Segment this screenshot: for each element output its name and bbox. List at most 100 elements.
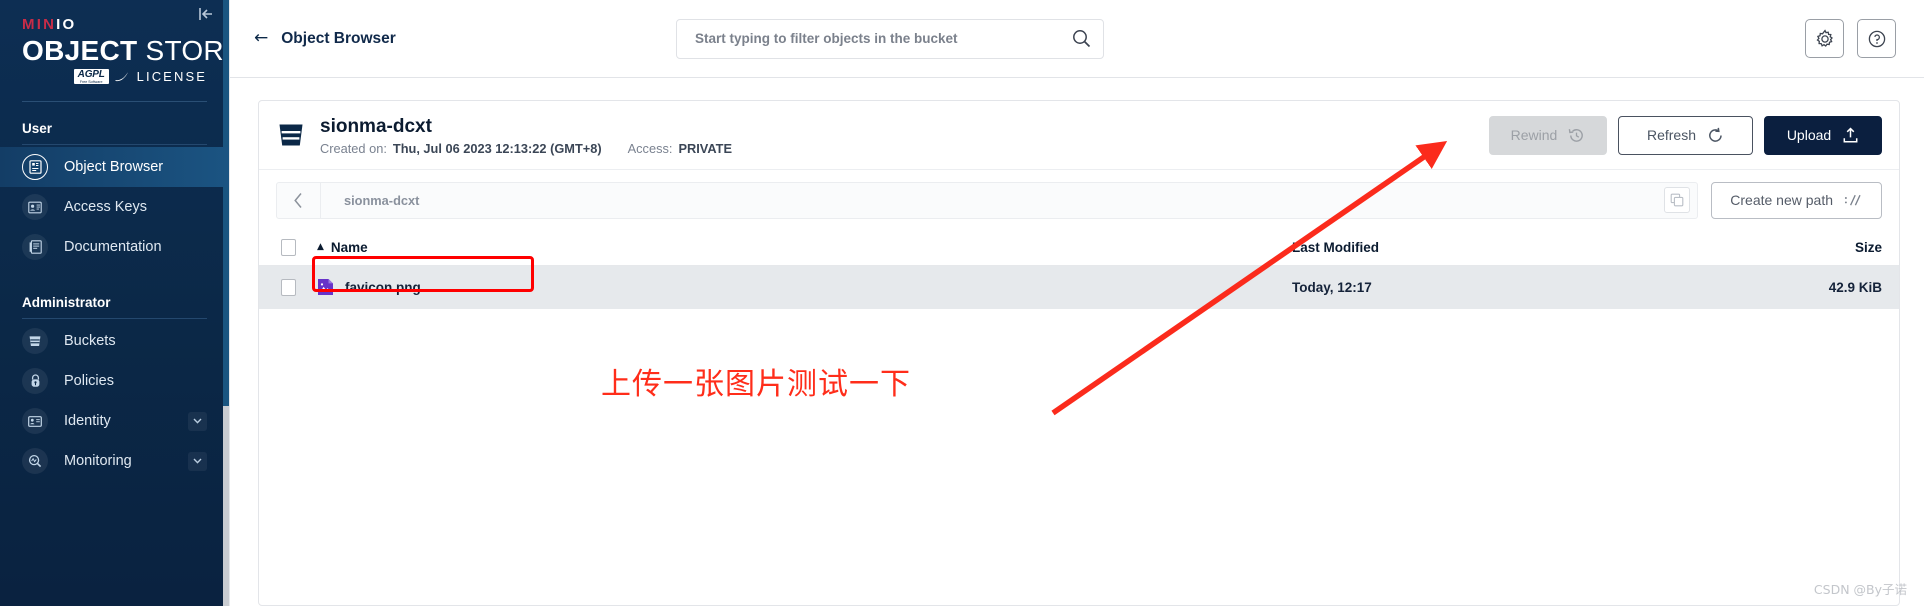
refresh-icon — [1709, 127, 1722, 142]
sidebar-section-administrator-label: Administrator — [22, 295, 111, 311]
upload-icon — [1843, 127, 1858, 143]
sidebar-item-label-object-browser: Object Browser — [64, 159, 164, 176]
sidebar-item-buckets[interactable]: Buckets — [0, 321, 229, 361]
chevron-down-icon-monitoring[interactable] — [188, 451, 207, 471]
back-arrow-icon: ← — [254, 28, 269, 48]
header-actions: Rewind Refresh Upload — [1489, 115, 1882, 155]
bucket-icon — [22, 328, 48, 355]
settings-button[interactable] — [1805, 19, 1844, 58]
brand-logo: MINIO OBJECT STORE AGPL Free Software LI… — [0, 0, 229, 85]
access-value: PRIVATE — [678, 140, 732, 156]
minio-console-app: MINIO OBJECT STORE AGPL Free Software LI… — [0, 0, 1924, 606]
table-row[interactable]: favicon.png Today, 12:17 42.9 KiB — [259, 265, 1899, 309]
column-header-size[interactable]: Size — [1722, 240, 1882, 255]
chevron-down-icon-identity[interactable] — [188, 411, 207, 431]
file-name-group: favicon.png — [317, 278, 421, 296]
upload-button[interactable]: Upload — [1764, 115, 1882, 155]
create-new-path-button[interactable]: Create new path — [1711, 181, 1882, 219]
sidebar-item-access-keys[interactable]: Access Keys — [0, 187, 229, 227]
path-current-bucket[interactable]: sionma-dcxt — [321, 193, 419, 208]
row-size: 42.9 KiB — [1828, 279, 1882, 295]
access-keys-icon — [22, 194, 48, 221]
sidebar-item-label-access-keys: Access Keys — [64, 199, 147, 216]
identity-icon — [22, 408, 48, 435]
help-circle-icon — [1868, 30, 1885, 47]
path-row: sionma-dcxt Create new path — [259, 170, 1899, 230]
row-checkbox[interactable] — [280, 278, 296, 296]
column-header-name[interactable]: ▲ Name — [317, 240, 1292, 255]
collapse-sidebar-icon[interactable] — [197, 6, 215, 26]
refresh-button[interactable]: Refresh — [1618, 115, 1753, 155]
file-name: favicon.png — [345, 279, 421, 295]
identity-glyph — [28, 415, 42, 427]
monitoring-glyph — [28, 455, 42, 468]
path-bar: sionma-dcxt — [276, 181, 1699, 219]
rewind-clock-icon — [1569, 128, 1584, 142]
sidebar-section-user-label: User — [22, 121, 53, 137]
sidebar-item-label-monitoring: Monitoring — [64, 453, 132, 470]
top-bar: ← Object Browser — [230, 0, 1924, 78]
watermark-credit: CSDN @By子诺 — [1813, 582, 1907, 597]
search-box[interactable] — [676, 18, 1104, 59]
rewind-label: Rewind — [1510, 127, 1558, 144]
column-header-last-modified[interactable]: Last Modified — [1292, 240, 1722, 255]
logo-min-text: MIN — [22, 16, 57, 33]
bucket-meta: Created on: Thu, Jul 06 2023 12:13:22 (G… — [320, 141, 732, 156]
rewind-button[interactable]: Rewind — [1489, 115, 1607, 155]
search-icon[interactable] — [1072, 29, 1091, 48]
collapse-arrow-glyph — [199, 8, 212, 20]
sidebar: MINIO OBJECT STORE AGPL Free Software LI… — [0, 0, 229, 606]
bucket-header-icon — [279, 124, 303, 146]
sidebar-item-object-browser[interactable]: Object Browser — [0, 147, 229, 188]
row-name-cell[interactable]: favicon.png — [317, 278, 1292, 296]
sidebar-item-policies[interactable]: Policies — [0, 361, 229, 401]
sidebar-item-label-buckets: Buckets — [64, 333, 116, 350]
column-label-name: Name — [330, 239, 368, 255]
copy-icon — [1670, 193, 1684, 207]
sidebar-item-label-documentation: Documentation — [64, 239, 162, 256]
sidebar-item-label-identity: Identity — [64, 413, 111, 430]
logo-objectstore: OBJECT STORE — [22, 37, 229, 65]
license-row: AGPL Free Software LICENSE — [22, 69, 229, 85]
documentation-icon — [22, 234, 48, 261]
page-title: Object Browser — [281, 29, 396, 47]
sidebar-item-documentation[interactable]: Documentation — [0, 227, 229, 267]
sort-ascending-icon: ▲ — [317, 242, 324, 253]
object-browser-icon — [22, 154, 48, 181]
monitoring-icon — [22, 448, 48, 475]
objects-table: ▲ Name Last Modified Size favicon.png To… — [259, 230, 1899, 309]
logo-object-text: OBJECT — [22, 35, 138, 66]
sidebar-item-identity[interactable]: Identity — [0, 401, 229, 441]
documentation-glyph — [29, 240, 42, 254]
sidebar-item-label-policies: Policies — [64, 373, 114, 390]
logo-store-text: STORE — [145, 35, 229, 66]
content-area: sionma-dcxt Created on: Thu, Jul 06 2023… — [230, 78, 1924, 606]
agpl-badge: AGPL Free Software — [73, 69, 109, 85]
chevron-left-icon — [294, 192, 302, 208]
select-all-cell — [259, 238, 317, 256]
help-button[interactable] — [1857, 19, 1896, 58]
upload-label: Upload — [1786, 127, 1832, 144]
sidebar-item-monitoring[interactable]: Monitoring — [0, 441, 229, 481]
created-on-label: Created on: — [320, 140, 387, 156]
gear-icon — [1816, 28, 1833, 47]
copy-path-button[interactable] — [1664, 187, 1691, 214]
back-to-object-browser[interactable]: ← Object Browser — [254, 30, 584, 48]
created-on-value: Thu, Jul 06 2023 12:13:22 (GMT+8) — [392, 140, 602, 156]
object-browser-panel: sionma-dcxt Created on: Thu, Jul 06 2023… — [258, 100, 1900, 606]
license-label: LICENSE — [136, 69, 207, 85]
main-area: ← Object Browser Start typing to filter … — [229, 0, 1924, 606]
logo-io-text: IO — [56, 16, 77, 33]
chevron-down-glyph-2 — [193, 458, 202, 464]
bucket-header: sionma-dcxt Created on: Thu, Jul 06 2023… — [259, 101, 1899, 170]
path-back-button[interactable] — [277, 182, 321, 218]
select-all-checkbox[interactable] — [280, 238, 296, 256]
sidebar-section-administrator-rule — [22, 318, 207, 320]
bucket-info: sionma-dcxt Created on: Thu, Jul 06 2023… — [320, 115, 732, 156]
access-keys-glyph — [28, 201, 42, 213]
sidebar-section-user-rule — [22, 144, 207, 146]
table-header-row: ▲ Name Last Modified Size — [259, 230, 1899, 266]
agpl-swoosh-icon — [114, 72, 128, 82]
search-input[interactable] — [693, 30, 1072, 47]
refresh-label: Refresh — [1646, 127, 1697, 144]
